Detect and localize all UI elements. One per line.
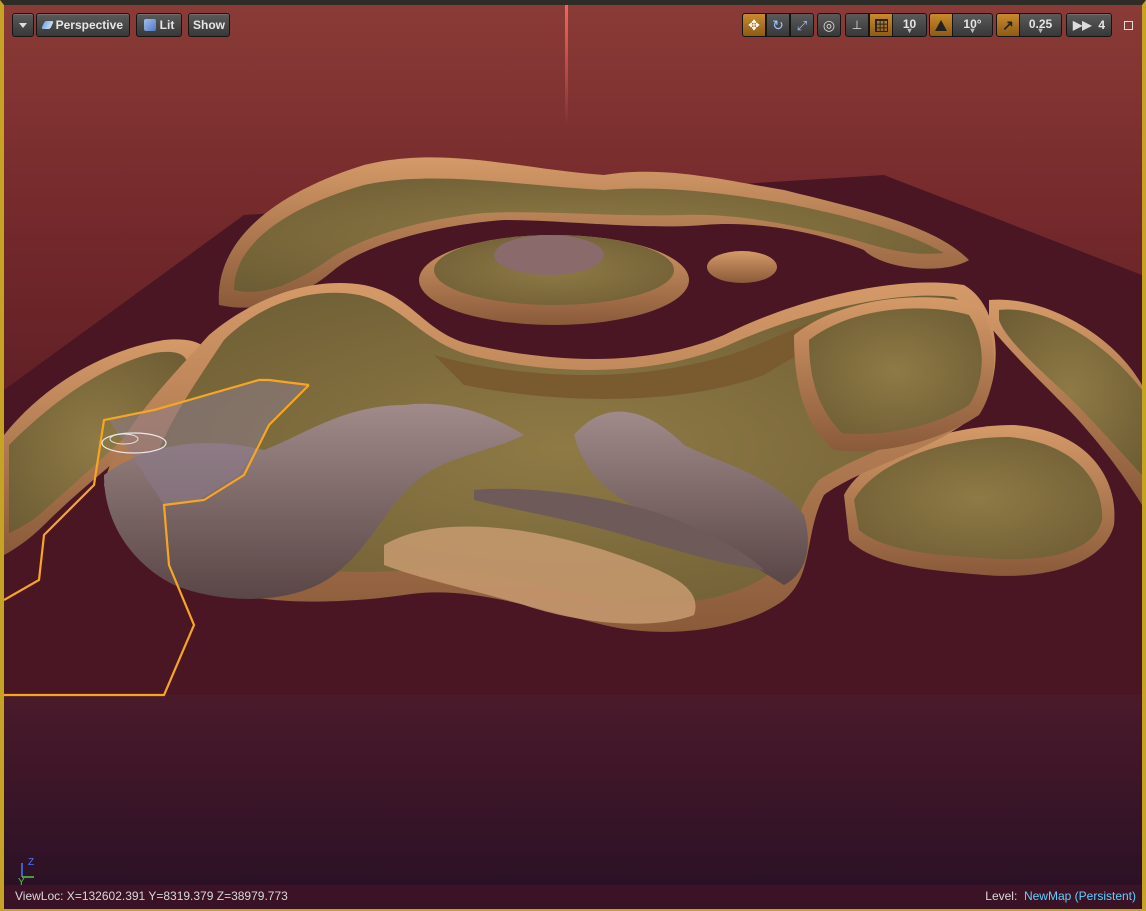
show-button[interactable]: Show: [188, 13, 230, 37]
camera-speed-icon: ▶▶: [1073, 18, 1092, 32]
scale-snap-value[interactable]: 0.25 ▾: [1020, 13, 1062, 37]
scale-snap-toggle[interactable]: ↗: [996, 13, 1020, 37]
level-viewport[interactable]: Perspective Lit Show ✥ ↻ ⤢ ◎ ⊥ 10 ▾ 10° …: [4, 5, 1142, 909]
landscape-scene[interactable]: [4, 5, 1142, 909]
chevron-down-icon: ▾: [1038, 26, 1043, 35]
move-icon: ✥: [748, 17, 760, 33]
water: [4, 695, 1142, 885]
level-label: Level:: [985, 889, 1018, 903]
view-location: ViewLoc: X=132602.391 Y=8319.379 Z=38979…: [15, 889, 288, 903]
surface-snap-button[interactable]: ⊥: [845, 13, 869, 37]
scale-snap-icon: ↗: [1002, 17, 1014, 33]
perspective-label: Perspective: [55, 18, 123, 32]
maximize-icon: [1124, 21, 1133, 30]
perspective-icon: [41, 21, 54, 29]
coordinate-space-button[interactable]: ◎: [817, 13, 841, 37]
viewport-statusbar: ViewLoc: X=132602.391 Y=8319.379 Z=38979…: [4, 885, 1142, 909]
view-mode-button[interactable]: Lit: [136, 13, 182, 37]
surface-snap-icon: ⊥: [851, 18, 863, 32]
show-label: Show: [193, 18, 225, 32]
y-axis-label: Y: [18, 877, 25, 885]
scale-mode-button[interactable]: ⤢: [790, 13, 814, 37]
translate-mode-button[interactable]: ✥: [742, 13, 766, 37]
viewport-frame: Perspective Lit Show ✥ ↻ ⤢ ◎ ⊥ 10 ▾ 10° …: [0, 0, 1146, 911]
grid-snap-toggle[interactable]: [869, 13, 893, 37]
camera-speed-button[interactable]: ▶▶ 4: [1066, 13, 1112, 37]
level-map-name[interactable]: NewMap (Persistent): [1024, 889, 1136, 903]
rotate-mode-button[interactable]: ↻: [766, 13, 790, 37]
viewport-options-button[interactable]: [12, 13, 34, 37]
rotate-icon: ↻: [772, 17, 784, 33]
inner-island-peak: [494, 235, 604, 275]
grid-icon: [874, 18, 888, 32]
camera-speed-value: 4: [1098, 18, 1105, 32]
scale-icon: ⤢: [796, 17, 808, 33]
axis-gizmo: Z Y: [18, 857, 34, 885]
perspective-button[interactable]: Perspective: [36, 13, 130, 37]
rotation-snap-icon: [935, 19, 947, 31]
z-axis-label: Z: [28, 857, 34, 868]
rotation-snap-value[interactable]: 10° ▾: [953, 13, 993, 37]
lit-icon: [143, 19, 156, 31]
level-indicator: Level: NewMap (Persistent): [985, 889, 1136, 903]
viewport-toolbar: Perspective Lit Show ✥ ↻ ⤢ ◎ ⊥ 10 ▾ 10° …: [4, 13, 1142, 37]
maximize-button[interactable]: [1122, 19, 1134, 31]
grid-snap-value[interactable]: 10 ▾: [893, 13, 927, 37]
chevron-down-icon: ▾: [970, 26, 975, 35]
chevron-down-icon: [19, 22, 27, 28]
rotation-snap-toggle[interactable]: [929, 13, 953, 37]
lit-label: Lit: [159, 18, 175, 32]
chevron-down-icon: ▾: [907, 26, 912, 35]
small-islet: [707, 251, 777, 283]
globe-icon: ◎: [822, 17, 836, 33]
